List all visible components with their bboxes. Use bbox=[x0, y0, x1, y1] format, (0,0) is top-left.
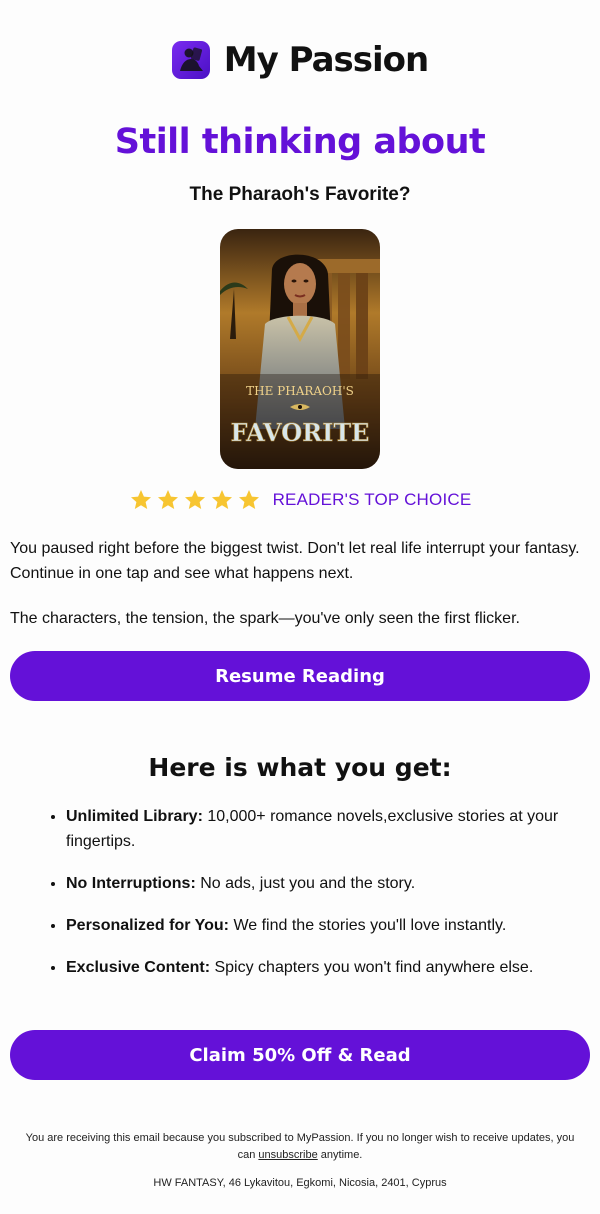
rating-label: READER'S TOP CHOICE bbox=[272, 490, 472, 509]
resume-reading-button[interactable]: Resume Reading bbox=[10, 651, 590, 701]
list-item: Exclusive Content: Spicy chapters you wo… bbox=[66, 955, 586, 980]
brand-header: My Passion bbox=[0, 40, 600, 80]
footer-notice: You are receiving this email because you… bbox=[20, 1130, 580, 1164]
star-icon bbox=[238, 490, 259, 509]
rating-row: READER'S TOP CHOICE bbox=[0, 488, 600, 512]
star-icon bbox=[211, 490, 232, 509]
email-page: My Passion Still thinking about The Phar… bbox=[0, 0, 600, 1214]
unsubscribe-link[interactable]: unsubscribe bbox=[258, 1149, 317, 1161]
headline: Still thinking about bbox=[114, 122, 486, 162]
star-icon bbox=[184, 490, 205, 509]
benefit-label: Exclusive Content: bbox=[66, 959, 211, 976]
benefit-text: No ads, just you and the story. bbox=[195, 875, 416, 892]
benefit-label: No Interruptions: bbox=[66, 875, 196, 892]
reader-logo-icon bbox=[171, 41, 210, 79]
footer-address: HW FANTASY, 46 Lykavitou, Egkomi, Nicosi… bbox=[153, 1177, 447, 1189]
star-icon bbox=[157, 490, 178, 509]
brand-name: My Passion bbox=[223, 40, 429, 80]
benefit-label: Unlimited Library: bbox=[66, 808, 203, 825]
claim-discount-button[interactable]: Claim 50% Off & Read bbox=[10, 1030, 590, 1080]
benefit-label: Personalized for You: bbox=[66, 917, 229, 934]
book-title: The Pharaoh's Favorite? bbox=[189, 184, 411, 205]
list-item: No Interruptions: No ads, just you and t… bbox=[66, 871, 586, 896]
benefit-text: Spicy chapters you won't find anywhere e… bbox=[210, 959, 534, 976]
star-icon bbox=[130, 490, 151, 509]
cover-title-line1: THE PHARAOH'S bbox=[246, 384, 354, 398]
footer-text-after: anytime. bbox=[317, 1149, 363, 1161]
book-cover-image[interactable]: THE PHARAOH'S FAVORITE bbox=[220, 229, 380, 469]
intro-paragraph: You paused right before the biggest twis… bbox=[10, 540, 580, 582]
list-item: Unlimited Library: 10,000+ romance novel… bbox=[66, 804, 586, 854]
tension-paragraph: The characters, the tension, the spark—y… bbox=[10, 610, 520, 627]
benefit-text: We find the stories you'll love instantl… bbox=[229, 917, 507, 934]
list-item: Personalized for You: We find the storie… bbox=[66, 913, 586, 938]
benefits-title: Here is what you get: bbox=[148, 753, 452, 782]
cover-title-line2: FAVORITE bbox=[231, 418, 370, 447]
benefits-list: Unlimited Library: 10,000+ romance novel… bbox=[48, 804, 586, 997]
